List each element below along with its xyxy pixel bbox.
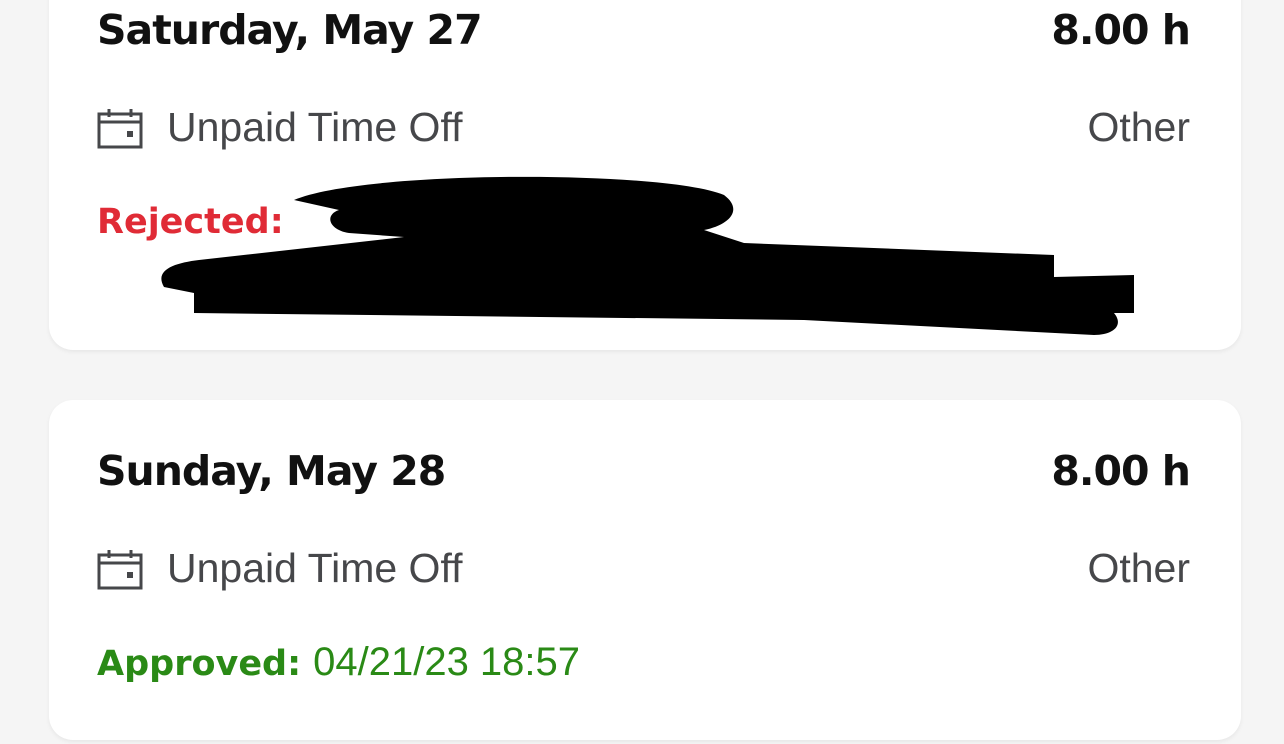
entry-type-row: Unpaid Time Off Other	[97, 545, 1190, 592]
calendar-icon	[97, 549, 143, 589]
time-off-list: Saturday, May 27 8.00 h Unpaid Time Off …	[0, 0, 1284, 744]
card-header: Saturday, May 27 8.00 h	[97, 6, 1191, 54]
entry-category: Other	[1087, 545, 1190, 591]
entry-date: Sunday, May 28	[97, 447, 446, 495]
status-label: Rejected:	[97, 202, 284, 242]
entry-category: Other	[1087, 104, 1190, 150]
entry-hours: 8.00 h	[1051, 6, 1191, 54]
redaction-mark	[161, 176, 1134, 335]
entry-date: Saturday, May 27	[97, 6, 483, 54]
entry-hours: 8.00 h	[1051, 447, 1191, 495]
entry-type-row: Unpaid Time Off Other	[97, 104, 1190, 151]
status-row: Rejected:	[97, 202, 296, 242]
calendar-icon	[97, 108, 143, 148]
status-value: 04/21/23 18:57	[313, 640, 581, 684]
status-label: Approved:	[97, 644, 302, 684]
time-off-card[interactable]: Saturday, May 27 8.00 h Unpaid Time Off …	[49, 0, 1241, 350]
time-off-card[interactable]: Sunday, May 28 8.00 h Unpaid Time Off Ot…	[49, 400, 1241, 740]
entry-type: Unpaid Time Off	[167, 104, 463, 150]
status-row: Approved: 04/21/23 18:57	[97, 640, 580, 685]
entry-type: Unpaid Time Off	[167, 545, 463, 591]
card-header: Sunday, May 28 8.00 h	[97, 447, 1191, 495]
